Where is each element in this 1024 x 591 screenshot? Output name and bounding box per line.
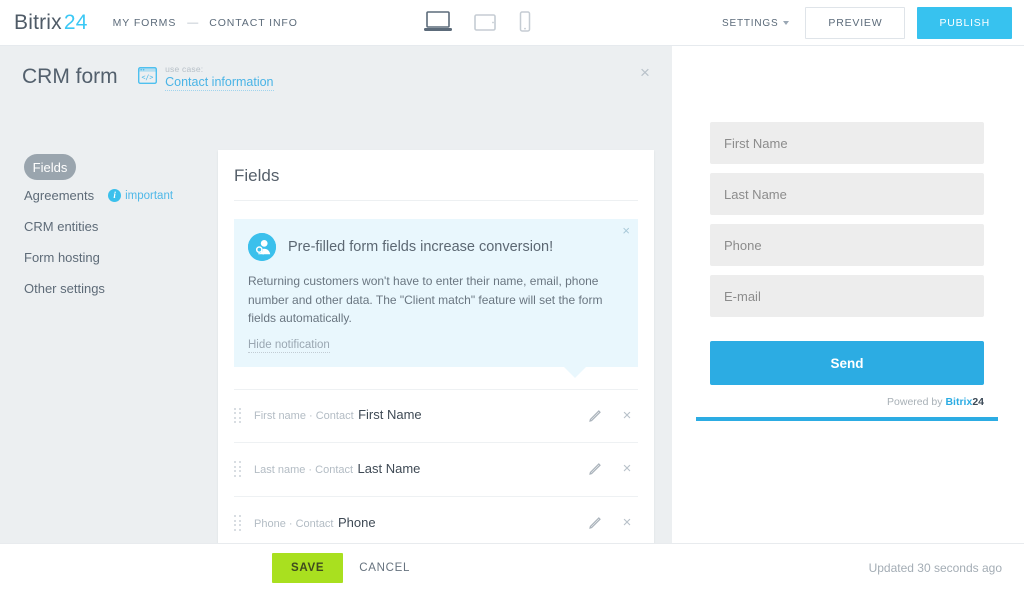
top-bar-actions: SETTINGS PREVIEW PUBLISH — [718, 7, 1012, 39]
save-button[interactable]: SAVE — [272, 553, 343, 583]
mobile-icon[interactable] — [518, 11, 532, 38]
field-source-label: Phone · Contact — [254, 518, 334, 530]
notification-close-icon[interactable]: × — [622, 224, 630, 237]
preview-input-first-name[interactable]: First Name — [710, 122, 984, 164]
delete-field-icon[interactable]: × — [620, 516, 634, 530]
drag-handle-icon[interactable] — [234, 515, 244, 532]
device-preview-switcher — [424, 8, 532, 38]
table-row[interactable]: Last name · Contact Last Name × — [234, 443, 638, 497]
delete-field-icon[interactable]: × — [620, 462, 634, 476]
sidebar-item-crm-entities[interactable]: CRM entities — [14, 211, 218, 242]
sidebar-item-label: Other settings — [24, 281, 105, 296]
important-badge: i important — [108, 189, 173, 202]
chevron-down-icon — [783, 21, 789, 25]
settings-label: SETTINGS — [722, 18, 778, 29]
notification-body: Returning customers won't have to enter … — [248, 272, 608, 328]
tablet-icon[interactable] — [474, 13, 496, 38]
notification-pointer — [564, 367, 586, 378]
form-preview-panel: First Name Last Name Phone E-mail Send P… — [672, 46, 1024, 591]
accent-bar — [696, 417, 998, 421]
sidebar-item-other-settings[interactable]: Other settings — [14, 273, 218, 304]
logo-number: 24 — [64, 11, 88, 34]
editor-panel: CRM form </> use case: Contact informati… — [0, 46, 672, 591]
drag-handle-icon[interactable] — [234, 407, 244, 424]
close-icon[interactable]: × — [636, 64, 654, 82]
field-display-name: First Name — [358, 407, 422, 422]
field-display-name: Phone — [338, 515, 376, 530]
nav-contact-info[interactable]: CONTACT INFO — [209, 17, 298, 29]
field-source-label: Last name · Contact — [254, 464, 353, 476]
status-badge: important — [125, 190, 173, 202]
sidebar-item-form-hosting[interactable]: Form hosting — [14, 242, 218, 273]
preview-input-email[interactable]: E-mail — [710, 275, 984, 317]
send-button[interactable]: Send — [710, 341, 984, 385]
powered-brand: Bitrix — [945, 396, 972, 408]
editor-header: CRM form </> use case: Contact informati… — [0, 46, 672, 104]
sidebar-item-label: CRM entities — [24, 219, 98, 234]
sidebar-item-fields[interactable]: Fields — [24, 154, 76, 180]
delete-field-icon[interactable]: × — [620, 409, 634, 423]
notification-banner: × Pre-filled form fields increase conver… — [234, 219, 638, 367]
preview-button[interactable]: PREVIEW — [805, 7, 905, 39]
nav-my-forms[interactable]: MY FORMS — [113, 17, 177, 29]
settings-sidebar: Fields Agreements i important CRM entiti… — [0, 154, 218, 304]
notification-title: Pre-filled form fields increase conversi… — [288, 239, 553, 255]
field-source-label: First name · Contact — [254, 410, 354, 422]
card-heading: Fields — [218, 150, 654, 200]
nav-separator: — — [187, 17, 198, 29]
app-root: Bitrix24 MY FORMS — CONTACT INFO — [0, 0, 1024, 591]
sidebar-item-label: Fields — [33, 160, 68, 175]
preview-input-last-name[interactable]: Last Name — [710, 173, 984, 215]
sidebar-item-label: Form hosting — [24, 250, 100, 265]
cancel-button[interactable]: CANCEL — [359, 562, 410, 574]
hide-notification-link[interactable]: Hide notification — [248, 339, 330, 353]
settings-menu-button[interactable]: SETTINGS — [718, 12, 793, 35]
use-case-value[interactable]: Contact information — [165, 75, 273, 91]
divider — [234, 200, 638, 201]
edit-pencil-icon[interactable] — [588, 409, 602, 423]
publish-button[interactable]: PUBLISH — [917, 7, 1012, 39]
preview-form: First Name Last Name Phone E-mail Send P… — [710, 122, 984, 421]
edit-pencil-icon[interactable] — [588, 516, 602, 530]
action-bar: SAVE CANCEL Updated 30 seconds ago — [0, 543, 1024, 591]
desktop-icon[interactable] — [424, 11, 452, 38]
logo-name: Bitrix — [14, 11, 62, 34]
field-display-name: Last Name — [358, 461, 421, 476]
drag-handle-icon[interactable] — [234, 461, 244, 478]
preview-input-phone[interactable]: Phone — [710, 224, 984, 266]
page-title: CRM form — [22, 65, 118, 89]
info-icon: i — [108, 189, 121, 202]
bitrix-logo[interactable]: Bitrix24 — [14, 11, 88, 35]
powered-by-label: Powered byBitrix24 — [710, 396, 984, 408]
powered-by-text: Powered by — [887, 396, 942, 408]
svg-text:</>: </> — [142, 74, 154, 82]
breadcrumb: MY FORMS — CONTACT INFO — [113, 17, 298, 29]
code-embed-icon: </> — [138, 67, 157, 89]
table-row[interactable]: First name · Contact First Name × — [234, 389, 638, 443]
fields-card: Fields × Pre-filled — [218, 150, 654, 591]
updated-timestamp: Updated 30 seconds ago — [869, 561, 1002, 575]
powered-brand-num: 24 — [972, 396, 984, 408]
sidebar-item-label: Agreements — [24, 188, 94, 203]
top-bar: Bitrix24 MY FORMS — CONTACT INFO — [0, 0, 1024, 46]
sidebar-item-agreements[interactable]: Agreements i important — [14, 180, 218, 211]
use-case-selector[interactable]: </> use case: Contact information — [138, 65, 273, 91]
use-case-label: use case: — [165, 65, 273, 75]
edit-pencil-icon[interactable] — [588, 462, 602, 476]
client-match-icon — [248, 233, 276, 261]
